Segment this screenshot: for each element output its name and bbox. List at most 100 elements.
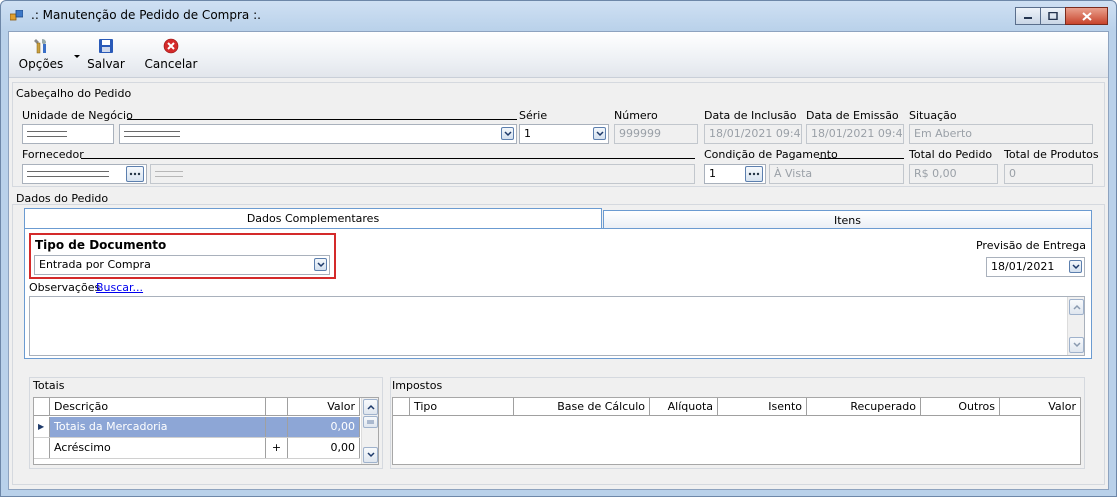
unidade-dropdown-button[interactable] [501,127,514,140]
serie-select[interactable]: 1 [519,124,609,144]
serie-dropdown-button[interactable] [593,127,606,140]
tab-itens[interactable]: Itens [603,210,1092,229]
chevron-down-icon [1072,342,1081,348]
chevron-down-icon [503,130,512,136]
tipo-documento-dropdown-button[interactable] [314,258,327,271]
main-window: .: Manutenção de Pedido de Compra :. Opç… [0,0,1117,497]
scroll-down-button[interactable] [1069,337,1084,353]
cell-descricao: Totais da Mercadoria [50,417,266,437]
scroll-up-button[interactable] [363,399,378,415]
previsao-entrega-label: Previsão de Entrega [975,239,1086,252]
options-dropdown-arrow[interactable] [74,55,80,58]
table-row[interactable]: Acréscimo + 0,00 [34,438,360,459]
chevron-up-icon [1072,304,1081,310]
data-inclusao-field[interactable]: 18/01/2021 09:49 [704,124,802,144]
previsao-entrega-picker[interactable]: 18/01/2021 [986,257,1085,277]
data-emissao-field[interactable]: 18/01/2021 09:49 [806,124,904,144]
totais-grid[interactable]: Descrição Valor ▶ Totais da Mercadoria 0… [33,397,379,465]
numero-field[interactable]: 999999 [614,124,698,144]
col-sign[interactable] [266,398,288,415]
maximize-button[interactable] [1040,7,1066,25]
ellipsis-icon [129,172,141,176]
col-tipo[interactable]: Tipo [410,398,514,415]
maximize-icon [1048,12,1058,20]
window-title: .: Manutenção de Pedido de Compra :. [31,8,261,22]
header-group-title: Cabeçalho do Pedido [16,87,132,100]
cancel-label: Cancelar [144,57,198,71]
minimize-icon [1024,17,1032,19]
unidade-name-select[interactable] [119,124,517,144]
fornecedor-code-field[interactable] [22,164,147,184]
table-row[interactable]: ▶ Totais da Mercadoria 0,00 [34,417,360,438]
cancel-button[interactable]: Cancelar [141,34,201,76]
minimize-button[interactable] [1015,7,1041,25]
fornecedor-name-field[interactable] [150,164,695,184]
app-icon [10,10,23,21]
impostos-title: Impostos [392,379,443,392]
col-descricao[interactable]: Descrição [50,398,266,415]
row-header-corner [34,398,50,415]
close-icon [1081,11,1092,21]
situacao-field[interactable]: Em Aberto [909,124,1093,144]
total-produtos-label: Total de Produtos [1004,148,1099,161]
row-selector-icon: ▶ [34,417,50,437]
row-selector [34,438,50,458]
cond-pag-search-button[interactable] [745,166,763,182]
client-area: Opções Salvar Cancelar Cabeçalho do Pedi… [8,31,1109,490]
data-emissao-label: Data de Emissão [806,109,899,122]
observacoes-textarea[interactable] [29,296,1085,356]
toolbar: Opções Salvar Cancelar [9,32,1108,78]
chevron-down-icon [366,452,375,458]
serie-value: 1 [524,127,531,140]
cell-valor: 0,00 [288,438,360,458]
observacoes-scrollbar[interactable] [1067,297,1084,355]
col-valor[interactable]: Valor [288,398,360,415]
observacoes-buscar-link[interactable]: Buscar... [96,281,143,294]
impostos-grid[interactable]: Tipo Base de Cálculo Alíquota Isento Rec… [392,397,1081,465]
chevron-down-icon [316,261,325,267]
col-valor[interactable]: Valor [1000,398,1080,415]
totais-title: Totais [33,379,65,392]
col-recuperado[interactable]: Recuperado [807,398,921,415]
title-bar[interactable]: .: Manutenção de Pedido de Compra :. [1,1,1116,31]
unidade-underline [127,119,517,120]
previsao-dropdown-button[interactable] [1069,260,1082,273]
col-base-calculo[interactable]: Base de Cálculo [514,398,650,415]
fornecedor-search-button[interactable] [126,166,144,182]
tipo-documento-select[interactable]: Entrada por Compra [34,255,330,275]
cond-pag-underline [819,158,904,159]
cond-pag-code-field[interactable]: 1 [704,164,766,184]
fornecedor-label: Fornecedor [22,148,84,161]
observacoes-label: Observações [29,281,101,294]
save-icon [99,39,113,53]
col-isento[interactable]: Isento [718,398,807,415]
total-pedido-field[interactable]: R$ 0,00 [909,164,998,184]
previsao-entrega-value: 18/01/2021 [991,260,1055,273]
col-outros[interactable]: Outros [921,398,1000,415]
save-button[interactable]: Salvar [83,34,129,76]
tab-dados-complementares[interactable]: Dados Complementares [24,208,602,228]
col-aliquota[interactable]: Alíquota [650,398,718,415]
cond-pag-label: Condição de Pagamento [704,148,838,161]
window-controls [1015,7,1108,25]
tipo-documento-value: Entrada por Compra [39,258,151,271]
unidade-code-field[interactable] [22,124,114,144]
numero-label: Número [614,109,658,122]
scroll-up-button[interactable] [1069,299,1084,315]
totais-header: Descrição Valor [34,398,360,416]
close-button[interactable] [1065,7,1108,25]
scroll-down-button[interactable] [363,447,378,463]
scroll-thumb[interactable] [363,416,378,428]
cond-pag-desc-field[interactable]: À Vista [769,164,904,184]
data-inclusao-label: Data de Inclusão [704,109,797,122]
options-label: Opções [18,57,64,71]
tab-content: Tipo de Documento Entrada por Compra Pre… [24,228,1092,359]
impostos-header: Tipo Base de Cálculo Alíquota Isento Rec… [393,398,1080,416]
cond-pag-code: 1 [709,167,716,180]
chevron-down-icon [1071,263,1080,269]
totais-scrollbar[interactable] [361,398,378,464]
row-header-corner [393,398,410,415]
total-produtos-field[interactable]: 0 [1004,164,1093,184]
options-button[interactable]: Opções [13,34,69,76]
unidade-label: Unidade de Negócio [22,109,133,122]
